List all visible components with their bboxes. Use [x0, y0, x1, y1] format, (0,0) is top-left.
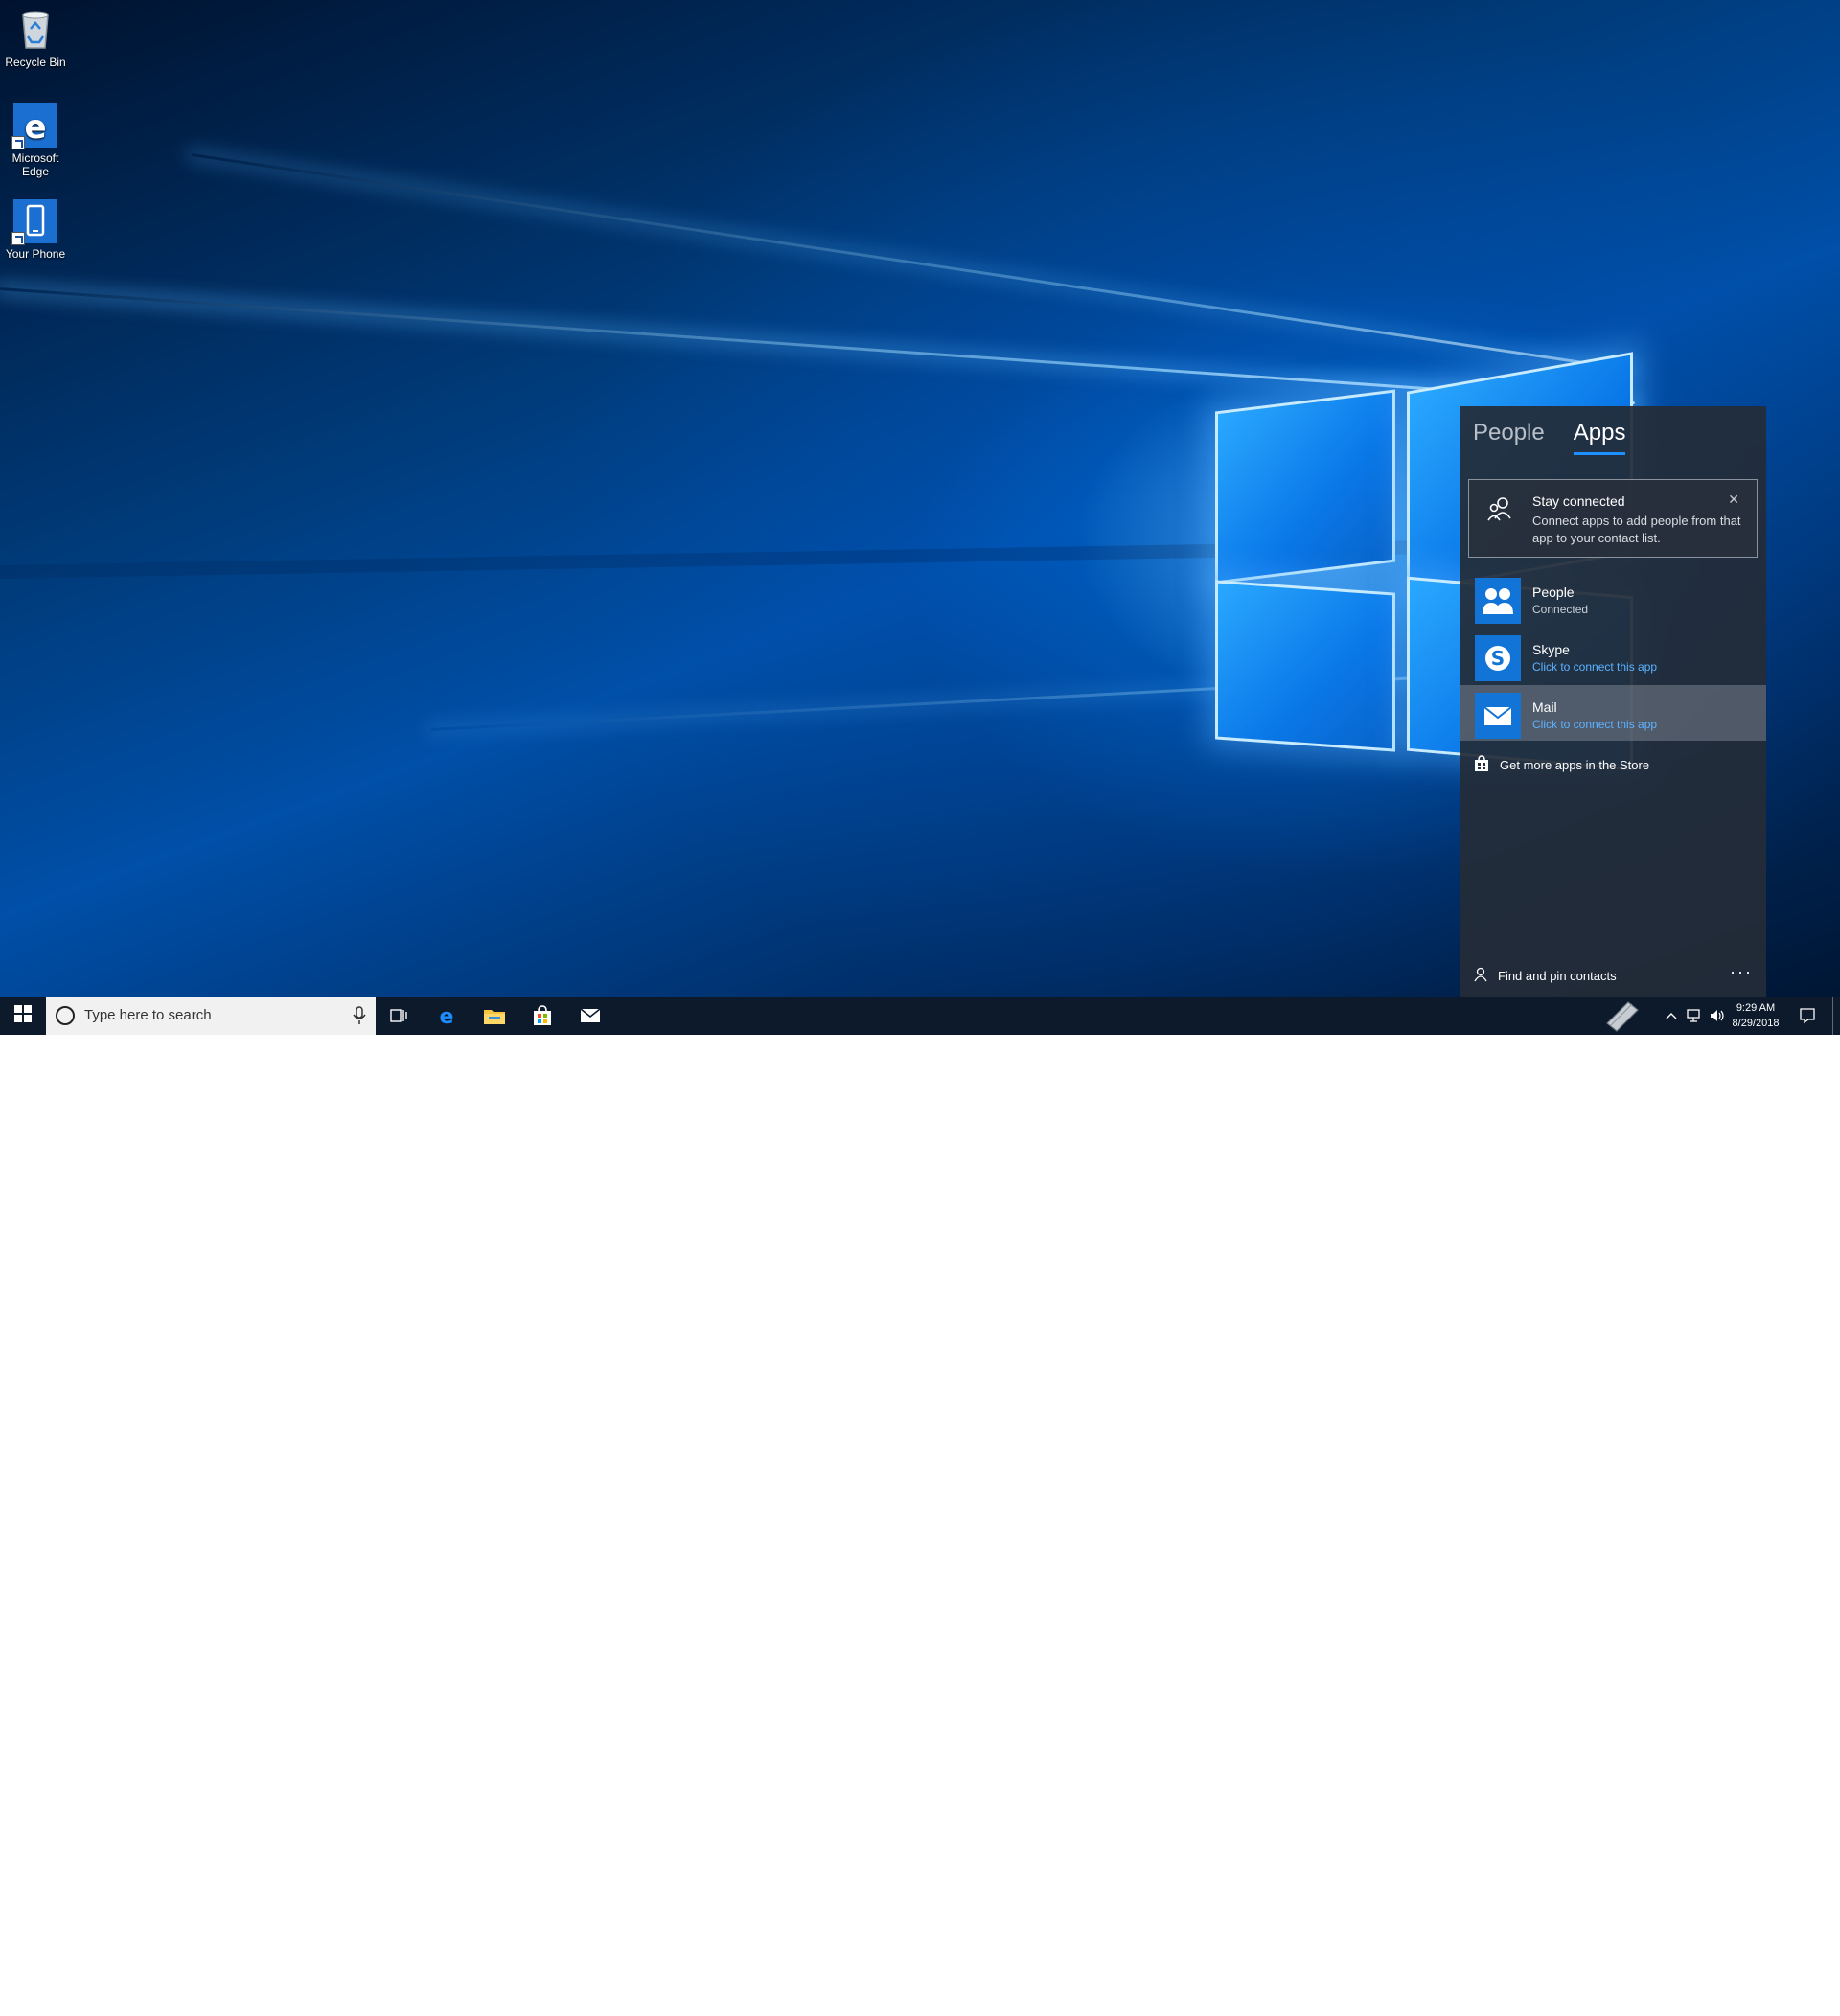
shortcut-arrow-icon [12, 232, 25, 245]
app-row-skype[interactable]: S Skype Click to connect this app [1460, 630, 1766, 686]
watermark-text: The Collection Book [1658, 1996, 1813, 2015]
footer-label: Find and pin contacts [1498, 969, 1617, 983]
windows-logo-icon [14, 1004, 32, 1027]
desktop-icon-label: Your Phone [5, 247, 66, 261]
chevron-up-icon[interactable] [1662, 997, 1681, 1035]
app-name: Skype [1532, 642, 1570, 657]
shortcut-arrow-icon [12, 136, 25, 149]
desktop-icon-label: Recycle Bin [5, 56, 66, 69]
action-center-icon[interactable] [1794, 997, 1821, 1035]
edge-icon[interactable]: e [424, 997, 470, 1035]
desktop-icon-edge[interactable]: e Microsoft Edge [4, 103, 67, 178]
microphone-icon[interactable] [353, 1006, 366, 1030]
skype-icon: S [1475, 635, 1521, 681]
desktop-icon-recycle-bin[interactable]: Recycle Bin [4, 8, 67, 69]
app-status: Connected [1532, 603, 1589, 616]
connect-app-link[interactable]: Click to connect this app [1532, 660, 1657, 674]
app-row-mail[interactable]: Mail Click to connect this app [1460, 685, 1766, 741]
store-icon[interactable] [519, 997, 565, 1035]
svg-text:S: S [1491, 647, 1505, 670]
connect-app-link[interactable]: Click to connect this app [1532, 718, 1657, 731]
svg-text:e: e [440, 1005, 454, 1027]
more-options-icon[interactable]: ··· [1730, 962, 1753, 982]
people-flyout: People Apps Stay connected Connect apps … [1460, 406, 1766, 997]
person-icon [1473, 967, 1488, 985]
desktop-icon-your-phone[interactable]: Your Phone [4, 199, 67, 261]
clock-date: 8/29/2018 [1732, 1018, 1780, 1029]
phone-icon [12, 199, 58, 245]
store-link-label: Get more apps in the Store [1500, 758, 1650, 772]
people-icon [1475, 578, 1521, 624]
close-icon[interactable]: ✕ [1728, 492, 1739, 508]
mail-icon [1475, 693, 1521, 739]
clock-time: 9:29 AM [1736, 1002, 1776, 1014]
start-button[interactable] [0, 997, 46, 1035]
edge-icon: e [12, 103, 58, 149]
app-name: Mail [1532, 699, 1557, 715]
app-row-people[interactable]: People Connected [1460, 573, 1766, 629]
show-desktop-button[interactable] [1832, 997, 1840, 1035]
flyout-tabs: People Apps [1473, 420, 1626, 455]
search-placeholder: Type here to search [84, 1007, 212, 1023]
store-icon [1473, 755, 1490, 775]
notice-title: Stay connected [1532, 493, 1625, 509]
contacts-icon [1486, 495, 1513, 522]
tab-apps[interactable]: Apps [1573, 420, 1626, 455]
network-icon[interactable] [1683, 997, 1704, 1035]
wallpaper-window-pane [1215, 580, 1395, 752]
app-name: People [1532, 584, 1575, 600]
wallpaper-light-beam [0, 287, 1635, 405]
file-explorer-icon[interactable] [472, 997, 518, 1035]
tab-people[interactable]: People [1473, 420, 1545, 455]
recycle-bin-icon [13, 8, 58, 52]
desktop-icon-label: Microsoft Edge [12, 151, 59, 178]
notice-body: Connect apps to add people from that app… [1532, 514, 1741, 545]
taskbar: Type here to search e The Collection Boo… [0, 997, 1840, 2015]
mail-icon[interactable] [567, 997, 613, 1035]
stay-connected-notice: Stay connected Connect apps to add peopl… [1468, 479, 1758, 558]
svg-text:e: e [24, 108, 46, 147]
wallpaper-light-beam [191, 153, 1633, 372]
cortana-icon [56, 1006, 75, 1025]
wallpaper-window-pane [1215, 389, 1395, 584]
people-taskbar-icon[interactable] [1598, 997, 1646, 1035]
find-and-pin-contacts-button[interactable]: Find and pin contacts [1473, 967, 1617, 985]
volume-icon[interactable] [1706, 997, 1727, 1035]
get-more-apps-link[interactable]: Get more apps in the Store [1473, 755, 1649, 775]
search-box[interactable]: Type here to search [46, 997, 376, 1035]
task-view-icon[interactable] [376, 997, 422, 1035]
taskbar-clock[interactable]: 9:29 AM 8/29/2018 [1727, 1000, 1784, 1031]
